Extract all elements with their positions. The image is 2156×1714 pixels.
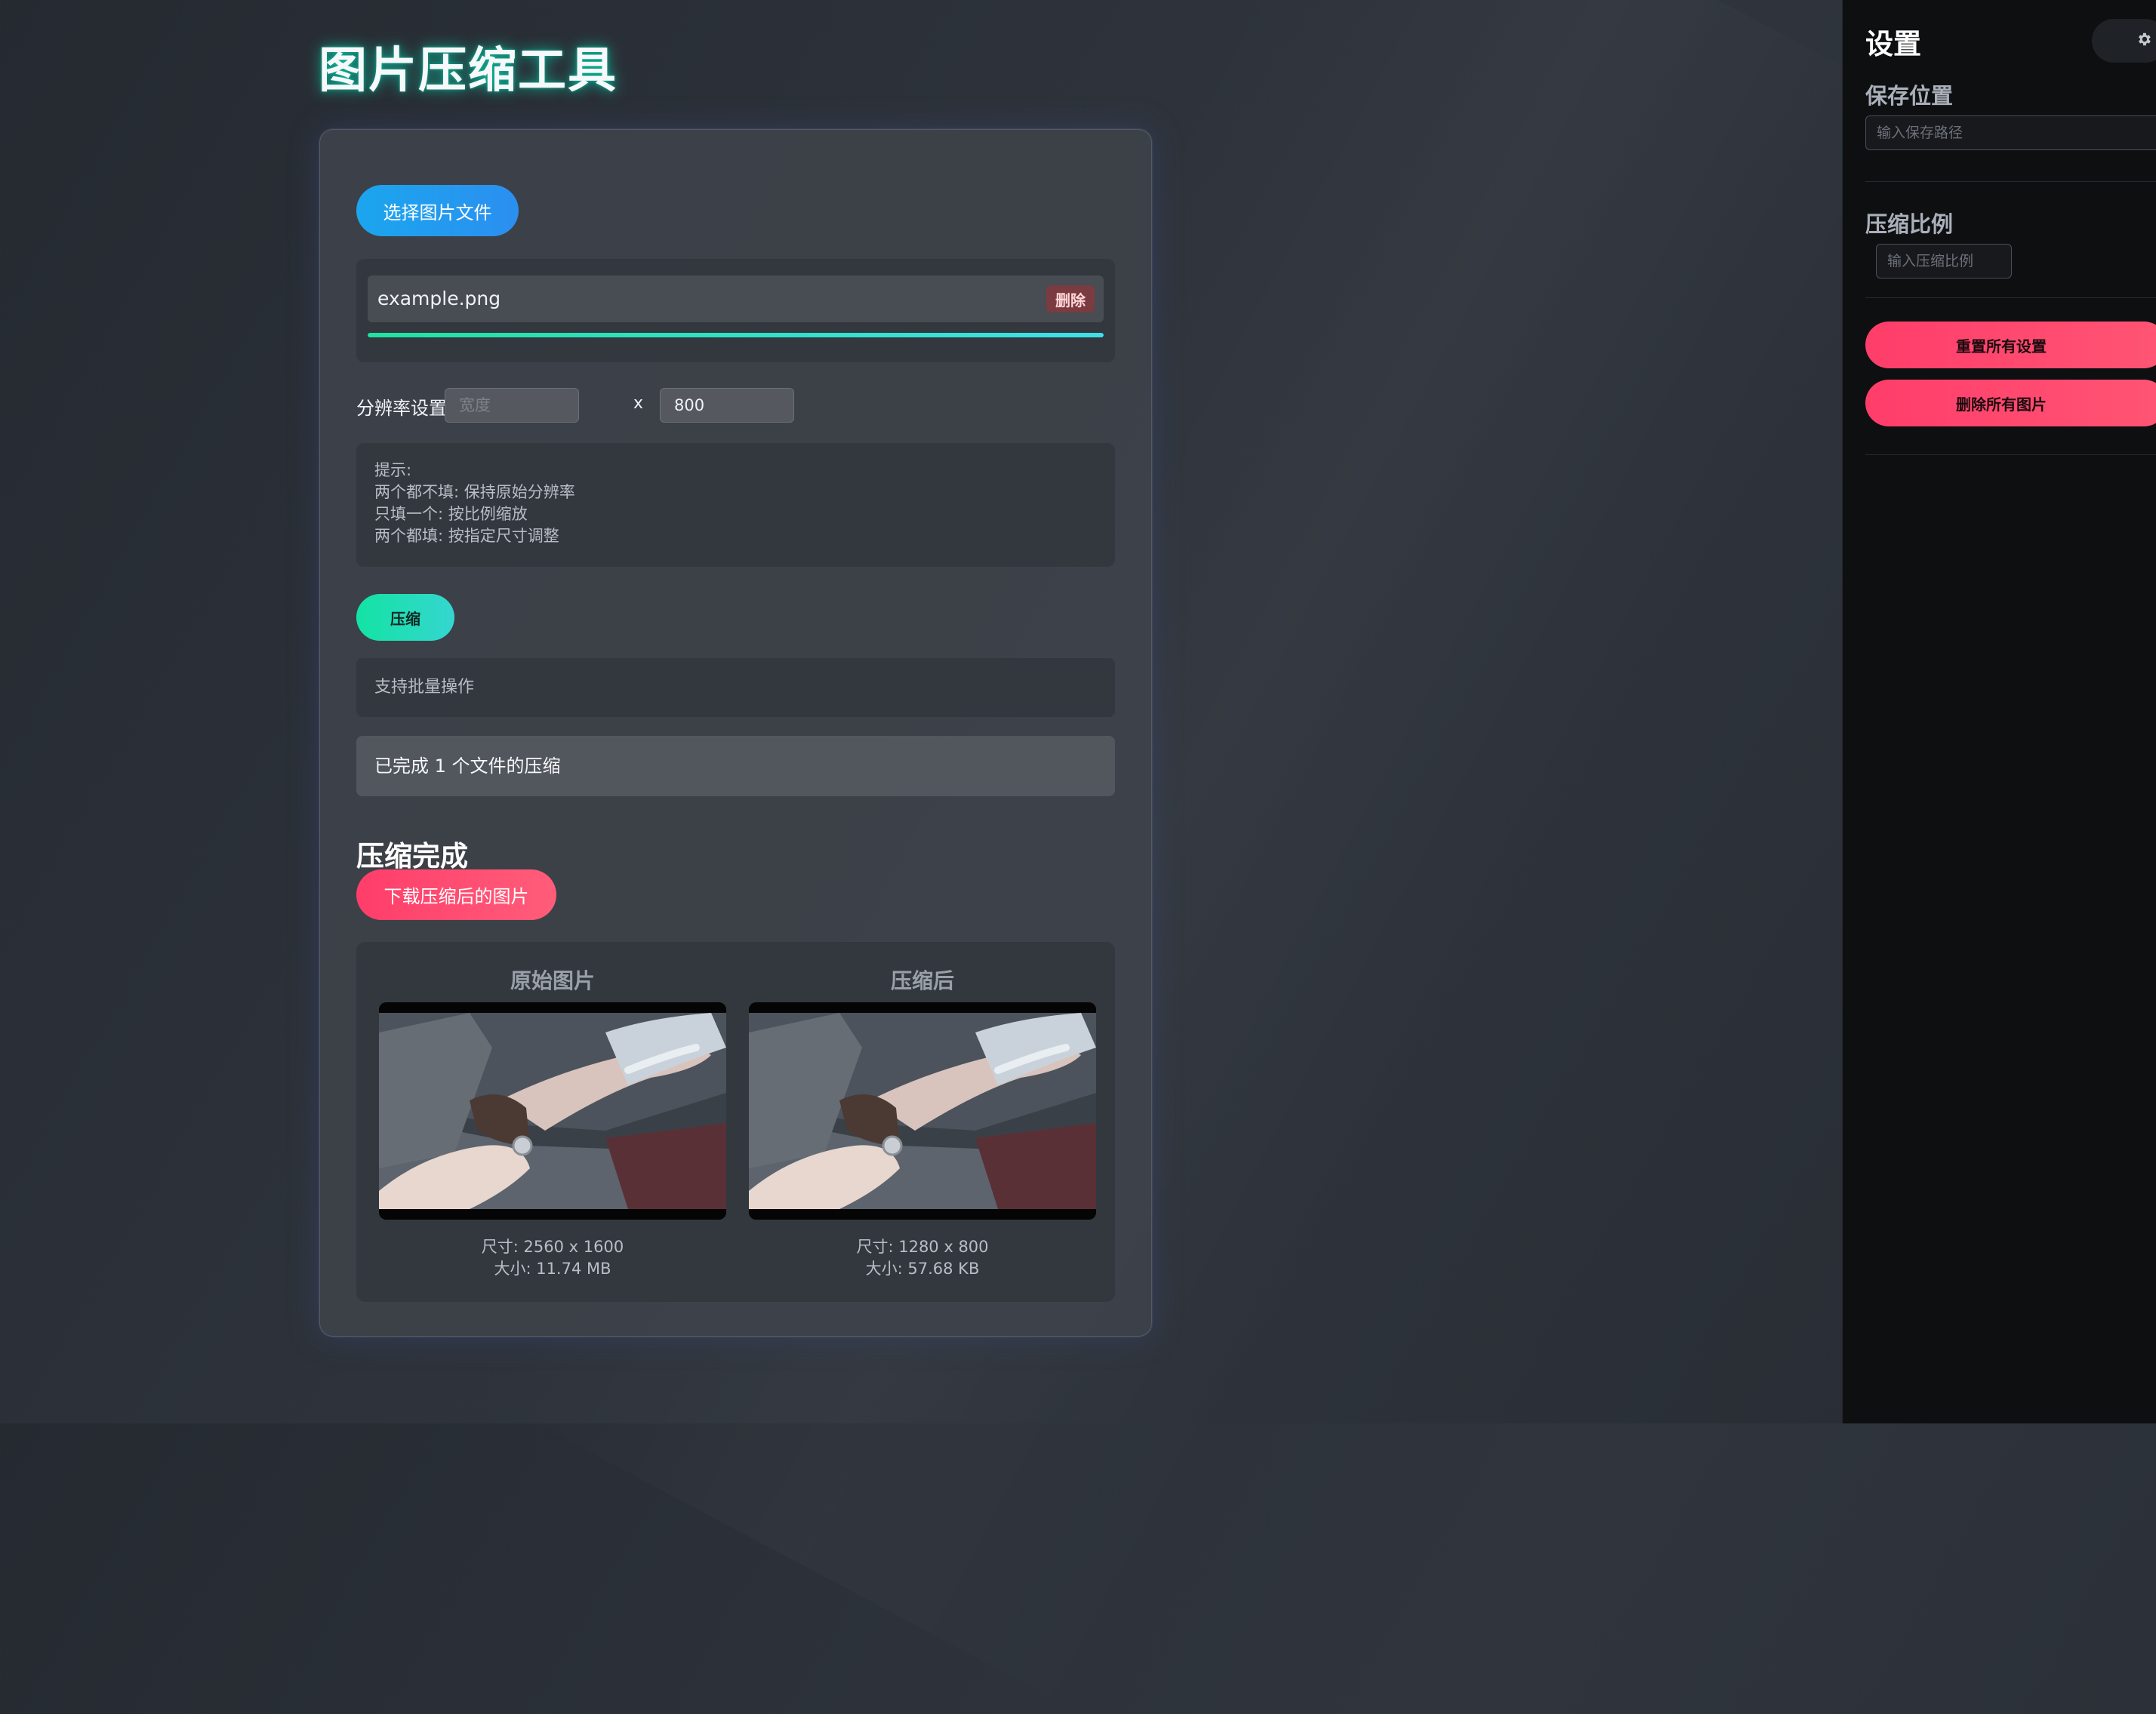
upload-progress-fill [368,333,1104,337]
download-compressed-button[interactable]: 下载压缩后的图片 [356,869,556,920]
upload-progress-bar [368,333,1104,337]
file-item: example.png 删除 [368,275,1104,322]
file-name: example.png [377,288,501,309]
compressed-image-preview [749,1002,1096,1220]
tips-line: 提示: [374,461,412,479]
original-filesize: 大小: 11.74 MB [494,1260,611,1278]
tips-line: 两个都不填: 保持原始分辨率 [374,483,575,501]
compressed-image-info: 尺寸: 1280 x 800 大小: 57.68 KB [749,1236,1096,1280]
resolution-separator: x [633,394,644,413]
save-path-input[interactable] [1865,115,2156,150]
width-input[interactable] [445,388,579,423]
height-input[interactable] [660,388,794,423]
settings-toggle-button[interactable] [2092,19,2156,63]
compressed-filesize: 大小: 57.68 KB [865,1260,980,1278]
tips-line: 两个都填: 按指定尺寸调整 [374,527,559,545]
compression-ratio-input[interactable] [1876,244,2012,278]
settings-title: 设置 [1865,28,1921,60]
comparison-panel: 原始图片 尺寸: 2560 x 1600 大小: 11.74 MB 压缩后 尺寸… [356,942,1115,1302]
page-title: 图片压缩工具 [319,43,618,99]
original-image-column: 原始图片 尺寸: 2560 x 1600 大小: 11.74 MB [379,942,726,1302]
save-location-label: 保存位置 [1865,83,1954,109]
file-list-panel: example.png 删除 [356,259,1115,362]
compressed-dimensions: 尺寸: 1280 x 800 [856,1238,989,1256]
compressed-image-title: 压缩后 [890,968,954,993]
section-divider [1865,181,2156,182]
status-message: 已完成 1 个文件的压缩 [356,736,1115,796]
batch-info: 支持批量操作 [356,658,1115,717]
tips-panel: 提示: 两个都不填: 保持原始分辨率 只填一个: 按比例缩放 两个都填: 按指定… [356,443,1115,567]
original-image-title: 原始图片 [510,968,595,993]
compression-ratio-label: 压缩比例 [1865,211,1954,237]
hands-ring-image [749,1002,1096,1220]
tips-line: 只填一个: 按比例缩放 [374,505,528,523]
main-card: 选择图片文件 example.png 删除 分辨率设置: x 提示: 两个都不填… [319,129,1152,1337]
compress-button[interactable]: 压缩 [356,594,454,641]
compressed-image-column: 压缩后 尺寸: 1280 x 800 大小: 57.68 KB [749,942,1096,1302]
section-divider [1865,454,2156,455]
section-divider [1865,297,2156,298]
original-image-info: 尺寸: 2560 x 1600 大小: 11.74 MB [379,1236,726,1280]
reset-settings-button[interactable]: 重置所有设置 [1865,322,2156,368]
gear-icon [2136,31,2152,51]
hands-ring-image [379,1002,726,1220]
select-image-file-button[interactable]: 选择图片文件 [356,185,519,236]
delete-file-button[interactable]: 删除 [1046,285,1095,312]
original-dimensions: 尺寸: 2560 x 1600 [481,1238,624,1256]
resolution-label: 分辨率设置: [356,398,454,419]
settings-sidebar: 设置 保存位置 压缩比例 重置所有设置 删除所有图片 [1842,0,2156,1423]
delete-all-images-button[interactable]: 删除所有图片 [1865,380,2156,426]
result-heading: 压缩完成 [356,840,468,872]
original-image-preview [379,1002,726,1220]
